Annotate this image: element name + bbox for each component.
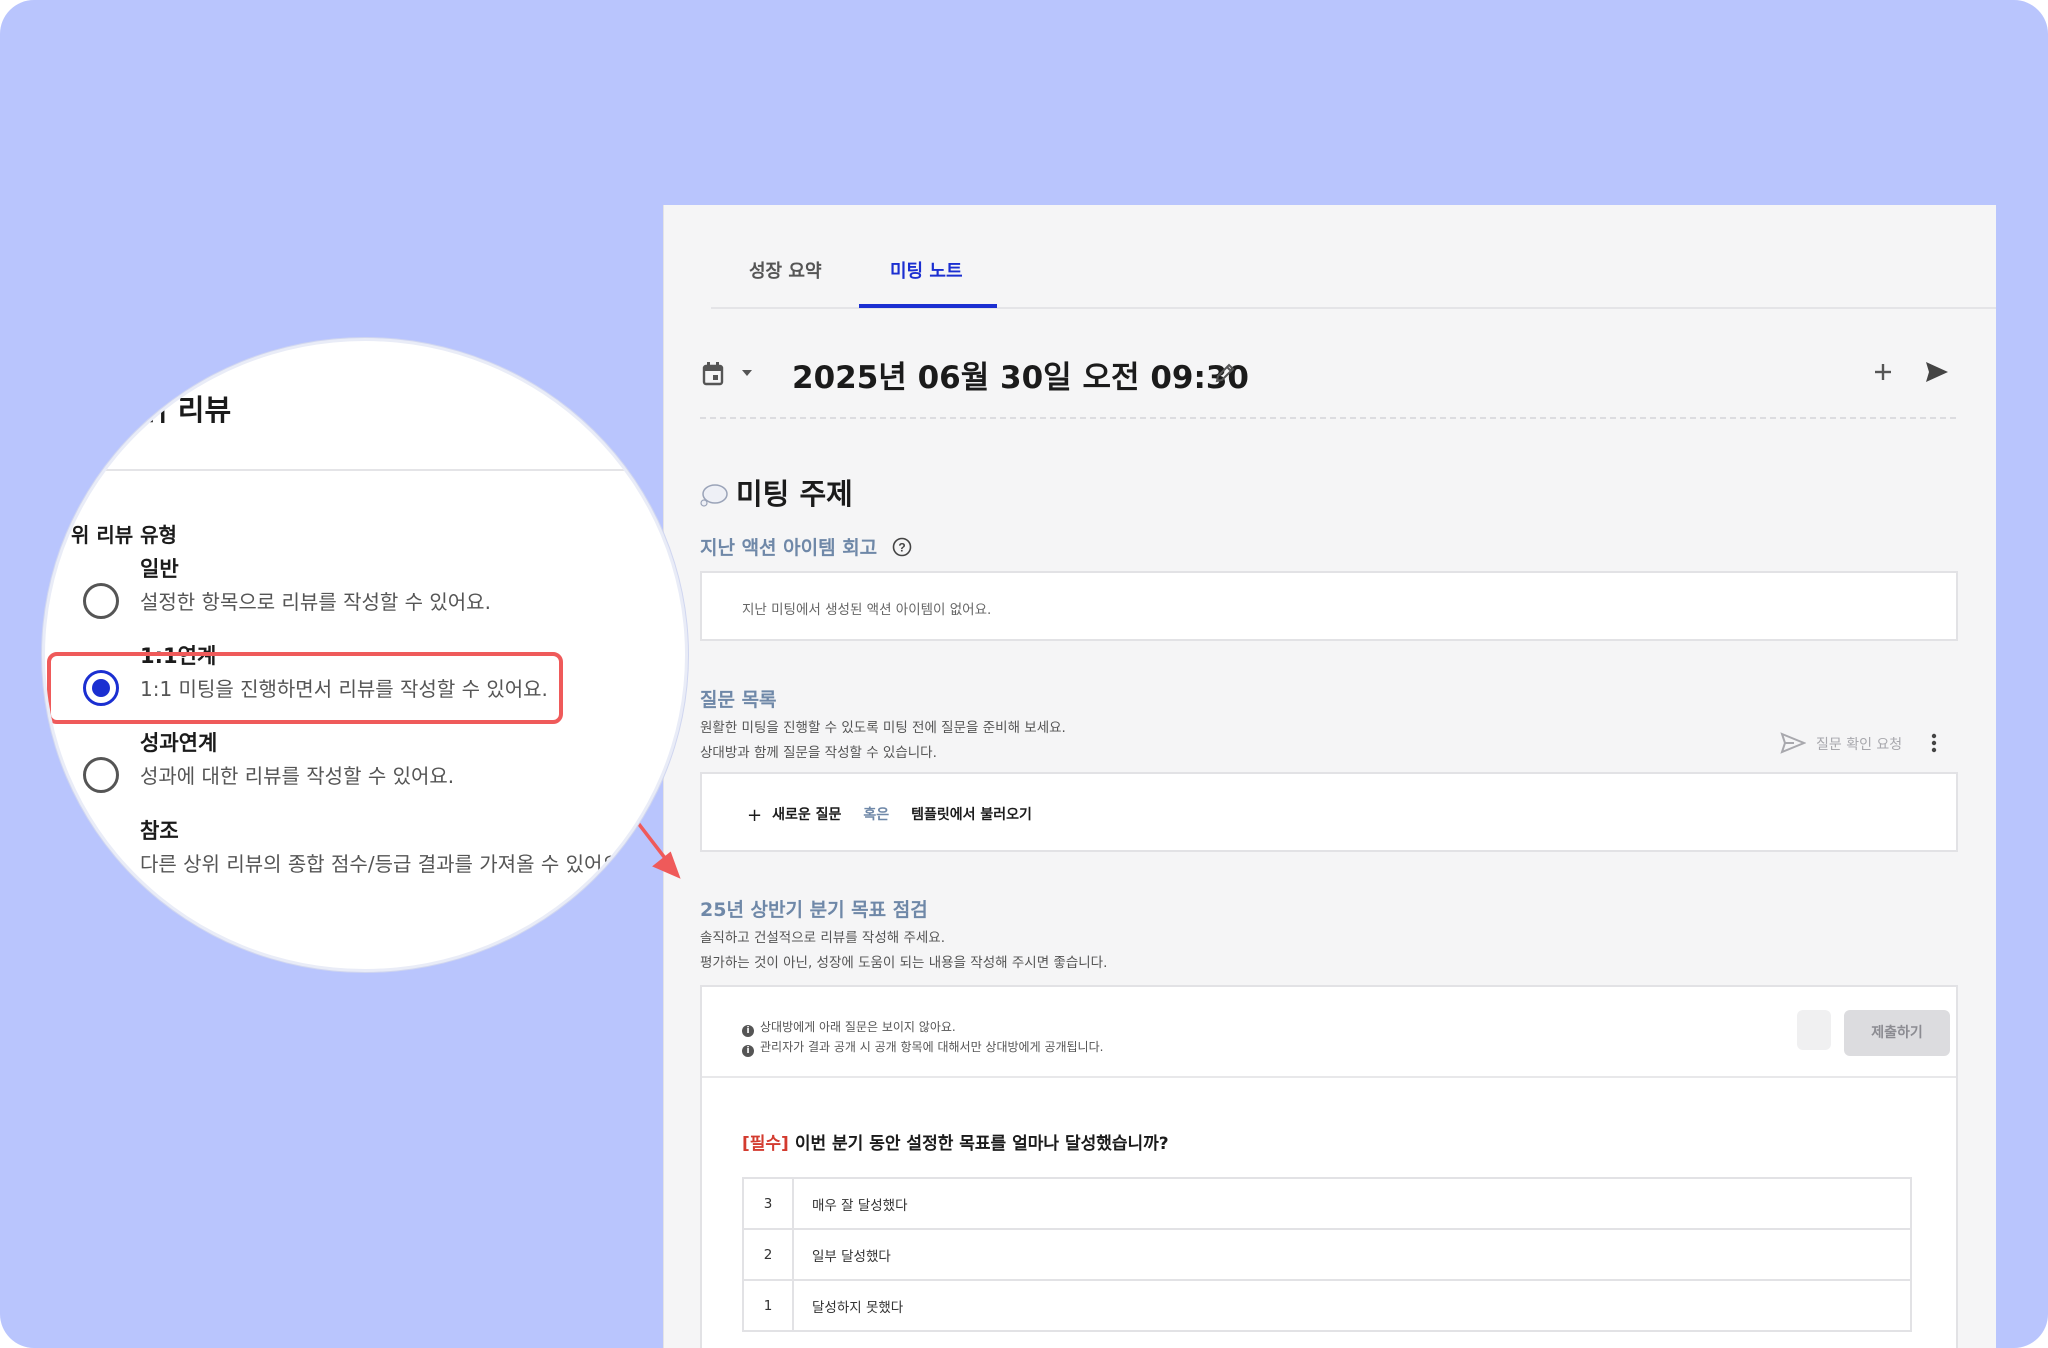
score-table: 3 매우 잘 달성했다 2 일부 달성했다 1 달성하지 못했다 — [742, 1177, 1912, 1332]
review-note-2-text: 관리자가 결과 공개 시 공개 항목에 대해서만 상대방에게 공개됩니다. — [760, 1040, 1104, 1054]
option-label: 일반 — [140, 557, 179, 581]
questions-desc-2: 상대방과 함께 질문을 작성할 수 있습니다. — [700, 745, 937, 761]
svg-text:?: ? — [898, 541, 905, 555]
more-vertical-icon[interactable] — [1931, 732, 1937, 754]
score-value: 1 — [742, 1279, 794, 1332]
score-label: 일부 달성했다 — [792, 1228, 1912, 1281]
radio-button[interactable] — [83, 583, 119, 619]
calendar-icon[interactable] — [702, 362, 724, 386]
questions-title: 질문 목록 — [700, 689, 777, 711]
tab-meeting-notes[interactable]: 미팅 노트 — [890, 257, 963, 283]
review-divider — [702, 1076, 1956, 1078]
action-items-title: 지난 액션 아이템 회고 ? — [700, 533, 912, 560]
review-note-1: i 상대방에게 아래 질문은 보이지 않아요. — [742, 1017, 1103, 1037]
table-row[interactable]: 2 일부 달성했다 — [742, 1228, 1912, 1281]
review-desc-2: 평가하는 것이 아닌, 성장에 도움이 되는 내용을 작성해 주시면 좋습니다. — [700, 955, 1108, 971]
meeting-panel: 성장 요약 미팅 노트 2025년 06월 30일 오전 09:30 미팅 주제… — [663, 205, 1996, 1348]
topic-title-text: 미팅 주제 — [736, 477, 853, 511]
option-label: 참조 — [140, 819, 179, 843]
tab-growth-summary[interactable]: 성장 요약 — [749, 257, 822, 283]
document-button[interactable] — [1797, 1010, 1831, 1050]
magnifier-divider — [45, 469, 625, 471]
score-value: 3 — [742, 1177, 794, 1230]
required-question-text: 이번 분기 동안 설정한 목표를 얼마나 달성했습니까? — [794, 1134, 1169, 1154]
meeting-date: 2025년 06월 30일 오전 09:30 — [792, 360, 1250, 396]
request-confirm-label: 질문 확인 요청 — [1816, 737, 1903, 753]
help-icon[interactable]: ? — [892, 537, 912, 557]
info-icon: i — [742, 1045, 754, 1057]
questions-desc-1: 원활한 미팅을 진행할 수 있도록 미팅 전에 질문을 준비해 보세요. — [700, 720, 1066, 736]
header-divider — [700, 417, 1956, 419]
score-label: 달성하지 못했다 — [792, 1279, 1912, 1332]
topic-title: 미팅 주제 — [700, 471, 853, 513]
info-icon: i — [742, 1025, 754, 1037]
questions-box: + 새로운 질문 혹은 템플릿에서 불러오기 — [700, 772, 1958, 852]
backdrop: 성장 요약 미팅 노트 2025년 06월 30일 오전 09:30 미팅 주제… — [0, 0, 2048, 1348]
or-label: 혹은 — [863, 807, 890, 823]
submit-button[interactable]: 제출하기 — [1844, 1010, 1950, 1056]
review-type-label: 위 리뷰 유형 — [71, 523, 177, 547]
required-question: [필수] 이번 분기 동안 설정한 목표를 얼마나 달성했습니까? — [742, 1129, 1169, 1154]
plus-icon[interactable] — [1873, 362, 1893, 382]
magnifier-callout: 위 리뷰 위 리뷰 유형 일반 설정한 항목으로 리뷰를 작성할 수 있어요. … — [42, 338, 688, 972]
score-label: 매우 잘 달성했다 — [792, 1177, 1912, 1230]
review-settings-title: 위 리뷰 — [141, 393, 232, 427]
review-box: i 상대방에게 아래 질문은 보이지 않아요. i 관리자가 결과 공개 시 공개 … — [700, 985, 1958, 1348]
option-desc: 성과에 대한 리뷰를 작성할 수 있어요. — [140, 764, 455, 788]
option-desc: 다른 상위 리뷰의 종합 점수/등급 결과를 가져올 수 있어요 — [140, 852, 621, 876]
action-items-box: 지난 미팅에서 생성된 액션 아이템이 없어요. — [700, 571, 1958, 641]
review-note-1-text: 상대방에게 아래 질문은 보이지 않아요. — [760, 1020, 956, 1034]
load-template-button[interactable]: 템플릿에서 불러오기 — [911, 807, 1032, 823]
thought-bubble-icon — [700, 484, 728, 507]
review-note-2: i 관리자가 결과 공개 시 공개 항목에 대해서만 상대방에게 공개됩니다. — [742, 1037, 1103, 1057]
review-notes: i 상대방에게 아래 질문은 보이지 않아요. i 관리자가 결과 공개 시 공개 … — [742, 1017, 1103, 1057]
tab-bar: 성장 요약 미팅 노트 — [711, 205, 1996, 309]
score-value: 2 — [742, 1228, 794, 1281]
new-question-button[interactable]: 새로운 질문 — [772, 807, 841, 823]
required-tag: [필수] — [742, 1134, 789, 1154]
action-items-title-text: 지난 액션 아이템 회고 — [700, 537, 878, 559]
pencil-icon[interactable] — [1214, 362, 1236, 384]
radio-button[interactable] — [83, 757, 119, 793]
send-icon[interactable] — [1924, 360, 1950, 384]
review-title: 25년 상반기 분기 목표 점검 — [700, 899, 928, 921]
send-outline-icon — [1780, 732, 1807, 754]
chevron-down-icon[interactable] — [740, 368, 754, 378]
review-desc-1: 솔직하고 건설적으로 리뷰를 작성해 주세요. — [700, 930, 946, 946]
option-desc: 설정한 항목으로 리뷰를 작성할 수 있어요. — [140, 590, 491, 614]
table-row[interactable]: 3 매우 잘 달성했다 — [742, 1177, 1912, 1230]
highlight-box — [47, 652, 563, 724]
option-label: 성과연계 — [140, 731, 218, 755]
active-tab-indicator — [859, 304, 997, 308]
table-row[interactable]: 1 달성하지 못했다 — [742, 1279, 1912, 1332]
request-confirm-button[interactable]: 질문 확인 요청 — [1780, 732, 1902, 754]
action-items-empty: 지난 미팅에서 생성된 액션 아이템이 없어요. — [742, 602, 992, 618]
plus-icon: + — [747, 805, 763, 826]
new-question-row: + 새로운 질문 혹은 템플릿에서 불러오기 — [747, 804, 1032, 826]
